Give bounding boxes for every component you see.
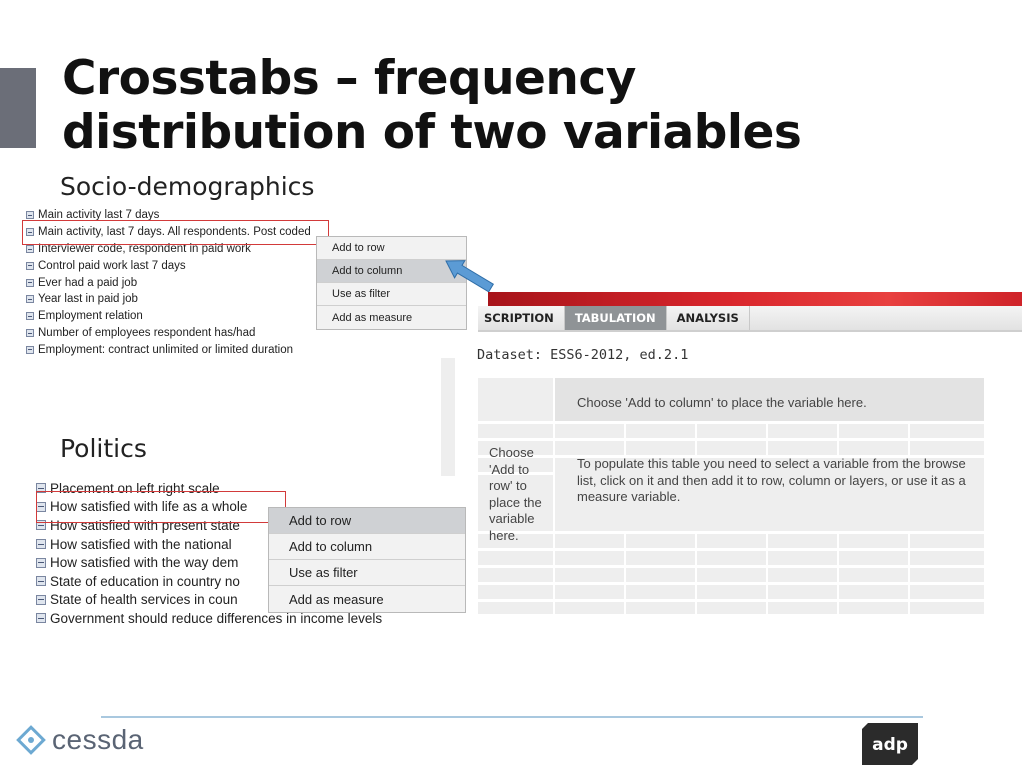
variable-list-icon	[36, 576, 46, 587]
grid-cell	[697, 424, 766, 438]
tab-analysis[interactable]: ANALYSIS	[667, 306, 750, 330]
politics-context-menu: Add to row Add to column Use as filter Add …	[268, 507, 466, 613]
cessda-logo-mark-icon	[16, 725, 46, 755]
tab-bar: SCRIPTION TABULATION ANALYSIS	[478, 306, 1022, 332]
grid-cell	[555, 551, 624, 565]
cessda-logo: cessda	[16, 724, 144, 756]
grid-cell	[626, 424, 695, 438]
grid-cell	[555, 424, 624, 438]
grid-cell	[478, 551, 553, 565]
politics-variable-label: Government should reduce differences in …	[50, 610, 383, 626]
grid-cell	[768, 441, 837, 455]
grid-cell	[626, 585, 695, 599]
politics-heading: Politics	[60, 434, 147, 463]
grid-cell	[626, 602, 695, 614]
grid-cell	[478, 424, 553, 438]
grid-cell	[626, 551, 695, 565]
grid-cell	[768, 602, 837, 614]
grid-cell	[478, 568, 553, 582]
grid-cell	[555, 568, 624, 582]
grid-cell	[555, 441, 624, 455]
tab-scription[interactable]: SCRIPTION	[478, 306, 565, 330]
adp-logo-text: adp	[872, 735, 908, 755]
politics-variable-label: How satisfied with the national	[50, 536, 232, 552]
politics-menu-use-as-filter[interactable]: Use as filter	[269, 560, 465, 586]
politics-menu-add-as-measure[interactable]: Add as measure	[269, 586, 465, 612]
column-placeholder[interactable]: Choose 'Add to column' to place the vari…	[577, 395, 977, 412]
grid-cell	[768, 585, 837, 599]
politics-menu-add-to-row[interactable]: Add to row	[269, 508, 465, 534]
grid-cell	[768, 568, 837, 582]
grid-cell	[910, 441, 984, 455]
grid-cell	[839, 424, 908, 438]
grid-cell	[478, 585, 553, 599]
grid-cell	[768, 424, 837, 438]
variable-list-icon	[36, 557, 46, 568]
variable-list-icon	[36, 594, 46, 605]
grid-cell	[839, 585, 908, 599]
cessda-wordmark: cessda	[52, 724, 144, 755]
tab-tabulation[interactable]: TABULATION	[564, 306, 667, 330]
grid-cell	[697, 551, 766, 565]
grid-cell	[839, 534, 908, 548]
grid-cell	[626, 568, 695, 582]
grid-cell	[910, 424, 984, 438]
footer-rule	[101, 716, 923, 718]
adp-logo-icon: adp	[862, 723, 918, 765]
variable-list-icon	[36, 613, 46, 624]
section-divider	[441, 358, 455, 476]
grid-cell	[910, 585, 984, 599]
politics-variable-label: State of health services in coun	[50, 592, 238, 608]
grid-cell	[768, 534, 837, 548]
grid-cell	[478, 602, 553, 614]
grid-cell	[697, 602, 766, 614]
grid-cell	[555, 534, 624, 548]
grid-cell	[768, 551, 837, 565]
grid-cell	[910, 602, 984, 614]
grid-cell	[555, 602, 624, 614]
grid-cell	[697, 441, 766, 455]
politics-menu-add-to-column[interactable]: Add to column	[269, 534, 465, 560]
politics-variable-label: How satisfied with the way dem	[50, 555, 239, 571]
variable-list-icon	[36, 539, 46, 550]
row-placeholder[interactable]: Choose 'Add to row' to place the variabl…	[489, 445, 553, 544]
grid-cell	[697, 568, 766, 582]
grid-cell	[626, 534, 695, 548]
table-instructions: To populate this table you need to selec…	[577, 456, 966, 504]
app-header-band	[488, 292, 1022, 306]
grid-cell	[910, 534, 984, 548]
grid-cell	[555, 585, 624, 599]
politics-highlight-box	[36, 491, 286, 523]
grid-cell	[910, 551, 984, 565]
grid-cell	[910, 568, 984, 582]
grid-cell	[839, 602, 908, 614]
grid-cell	[839, 568, 908, 582]
grid-cell	[697, 534, 766, 548]
crosstab-grid: Choose 'Add to column' to place the vari…	[478, 378, 984, 614]
grid-cell	[839, 551, 908, 565]
politics-variable-label: State of education in country no	[50, 573, 240, 589]
dataset-label: Dataset: ESS6-2012, ed.2.1	[477, 347, 689, 363]
grid-cell	[626, 441, 695, 455]
grid-cell	[839, 441, 908, 455]
grid-cell	[697, 585, 766, 599]
grid-cell	[478, 378, 553, 421]
